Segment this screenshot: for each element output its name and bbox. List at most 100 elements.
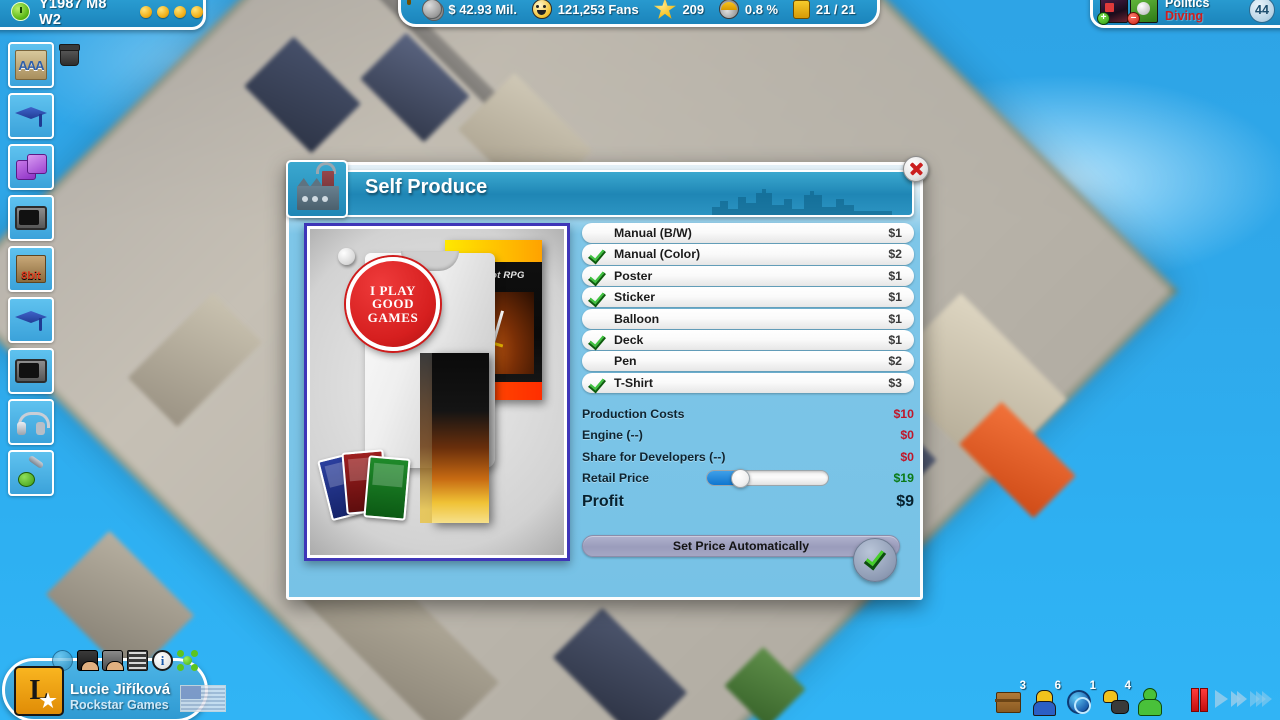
sidebar-item-8bit[interactable]: 8bit xyxy=(8,246,54,292)
bottom-right-hud: 3 6 1 4 xyxy=(995,680,1272,716)
avatar[interactable]: L xyxy=(14,666,64,716)
molecule-icon[interactable] xyxy=(177,650,198,671)
checkbox-balloon[interactable] xyxy=(582,309,614,329)
helmet-icon xyxy=(718,0,739,19)
resource-box[interactable]: 3 xyxy=(995,680,1026,714)
checkbox-manual-bw[interactable] xyxy=(582,223,614,243)
row-retail-price: Retail Price $19 xyxy=(582,468,914,490)
very-fast-forward-icon[interactable] xyxy=(1250,691,1272,707)
week-progress-dots xyxy=(140,5,203,18)
merchandise-item-list: Manual (B/W) $1 Manual (Color) $2 Poster… xyxy=(582,223,914,394)
retail-price-slider[interactable] xyxy=(705,469,829,489)
character-info: Lucie Jiříková Rockstar Games xyxy=(70,681,170,712)
lock-icon xyxy=(792,0,810,19)
television-icon xyxy=(15,206,47,230)
checkbox-manual-color[interactable] xyxy=(582,244,614,264)
self-produce-dialog: Self Produce Grimballot RPG I P xyxy=(286,156,929,600)
politics-thumbnails: + – xyxy=(1097,0,1158,25)
row-production-costs: Production Costs $10 xyxy=(582,403,914,425)
sidebar-item-education[interactable] xyxy=(8,93,54,139)
retail-price-label: Retail Price xyxy=(582,471,649,486)
checkbox-poster[interactable] xyxy=(582,266,614,286)
table-row[interactable]: Deck $1 xyxy=(582,329,914,351)
politics-number[interactable]: 44 xyxy=(1249,0,1275,23)
trash-icon[interactable] xyxy=(59,44,80,66)
graduation-cap-icon xyxy=(15,105,47,127)
resource-gamer[interactable]: 4 xyxy=(1100,680,1131,714)
dark-person-icon[interactable] xyxy=(77,650,99,671)
pause-icon[interactable] xyxy=(1191,688,1208,712)
table-row[interactable]: Poster $1 xyxy=(582,265,914,286)
worker-count: 6 xyxy=(1054,680,1061,692)
graduation-cap-icon xyxy=(15,309,47,331)
sidebar-item-education-2[interactable] xyxy=(8,297,54,343)
item-price: $2 xyxy=(888,354,902,369)
sidebar-item-bugfix[interactable] xyxy=(8,450,54,496)
fast-forward-icon[interactable] xyxy=(1231,691,1247,707)
globe-icon xyxy=(1067,690,1091,714)
table-row[interactable]: T-Shirt $3 xyxy=(582,372,914,393)
minus-badge-icon: – xyxy=(1127,12,1140,25)
slider-handle[interactable] xyxy=(730,469,750,489)
box-count: 3 xyxy=(1019,680,1026,692)
confirm-button[interactable] xyxy=(853,538,897,582)
resource-globe[interactable]: 1 xyxy=(1065,680,1096,714)
stat-licenses: 21 / 21 xyxy=(792,0,856,19)
week-dot xyxy=(191,5,203,18)
stat-money: $ 42.93 Mil. xyxy=(422,0,517,19)
info-icon[interactable]: i xyxy=(152,650,173,671)
headphones-icon xyxy=(16,409,50,435)
market-share-value: 0.8 % xyxy=(744,1,779,17)
checkbox-tshirt[interactable] xyxy=(582,373,614,393)
green-person-icon xyxy=(1138,688,1162,716)
share-developers-value: $0 xyxy=(900,449,914,464)
item-price: $2 xyxy=(888,247,902,262)
sticker-item: I PLAY GOOD GAMES xyxy=(346,257,440,351)
item-price: $1 xyxy=(888,290,902,305)
row-share-developers: Share for Developers (--) $0 xyxy=(582,446,914,468)
resource-worker[interactable]: 6 xyxy=(1030,680,1061,716)
checkbox-pen[interactable] xyxy=(582,351,614,371)
bug-wrench-icon xyxy=(16,459,46,487)
checkbox-sticker[interactable] xyxy=(582,287,614,307)
politics-thumb-negative: + xyxy=(1097,0,1128,25)
clock-icon xyxy=(11,2,30,21)
money-value: $ 42.93 Mil. xyxy=(448,1,518,17)
table-row[interactable]: Pen $2 xyxy=(582,351,914,372)
sidebar-item-aaa-games[interactable]: AAA xyxy=(8,42,54,88)
sidebar-item-tv-2[interactable] xyxy=(8,348,54,394)
table-row[interactable]: Manual (B/W) $1 xyxy=(582,223,914,244)
grey-person-icon[interactable] xyxy=(102,650,124,671)
sidebar-item-tv[interactable] xyxy=(8,195,54,241)
worker-icon xyxy=(1033,690,1056,716)
card-deck-item xyxy=(317,449,414,529)
table-row[interactable]: Manual (Color) $2 xyxy=(582,244,914,265)
table-row[interactable]: Balloon $1 xyxy=(582,308,914,329)
checkbox-deck[interactable] xyxy=(582,330,614,350)
play-icon[interactable] xyxy=(1215,690,1228,708)
close-icon[interactable] xyxy=(903,156,929,182)
us-flag-icon xyxy=(180,685,226,712)
item-label: Poster xyxy=(614,268,653,283)
sidebar-item-audio[interactable] xyxy=(8,399,54,445)
resource-green-person[interactable] xyxy=(1135,684,1163,716)
set-price-automatically-button[interactable]: Set Price Automatically xyxy=(582,535,900,557)
skyline-decoration xyxy=(712,189,892,215)
table-row[interactable]: Sticker $1 xyxy=(582,287,914,308)
item-label: T-Shirt xyxy=(614,375,653,390)
week-dot xyxy=(157,5,169,18)
politics-bar[interactable]: + – Politics Diving 44 xyxy=(1090,0,1280,28)
date-bar: Y1987 M8 W2 xyxy=(0,0,206,30)
globe-count: 1 xyxy=(1089,680,1096,692)
sidebar-item-boardgame[interactable] xyxy=(8,144,54,190)
resource-counters: 3 6 1 4 xyxy=(995,680,1163,716)
grid-icon[interactable] xyxy=(127,650,148,671)
row-profit: Profit $9 xyxy=(582,489,914,515)
share-developers-label: Share for Developers (--) xyxy=(582,449,726,464)
stars-value: 209 xyxy=(682,1,705,17)
politics-text: Politics Diving xyxy=(1165,0,1209,24)
item-price: $1 xyxy=(888,332,902,347)
item-label: Sticker xyxy=(614,290,656,305)
finance-summary: Production Costs $10 Engine (--) $0 Shar… xyxy=(582,403,914,515)
factory-window xyxy=(322,196,328,202)
